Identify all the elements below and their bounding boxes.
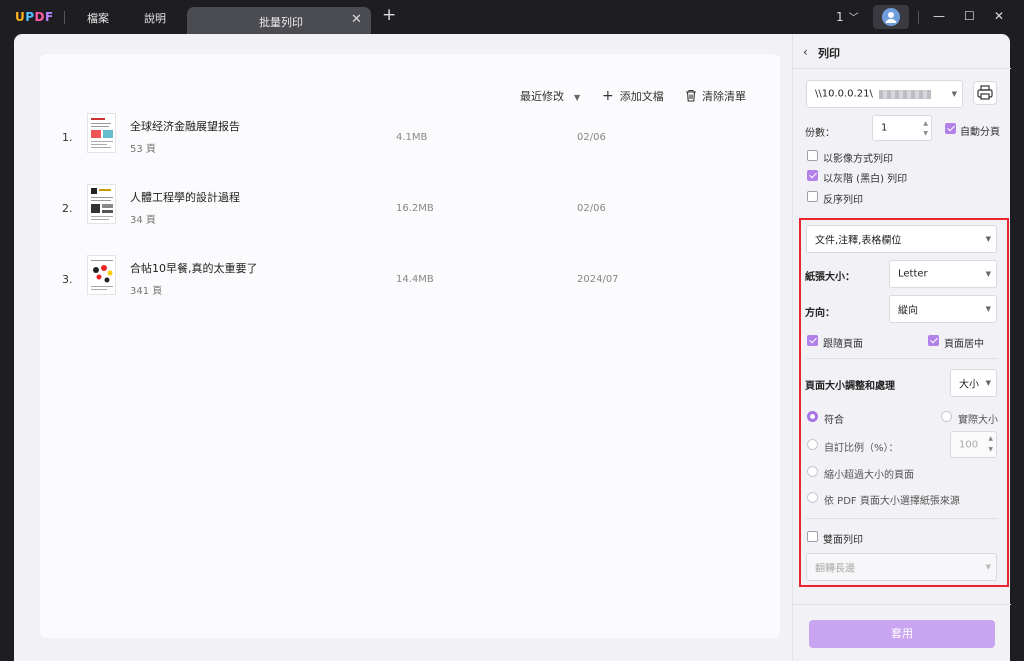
file-size: 16.2MB bbox=[396, 203, 434, 214]
page-count: 341 頁 bbox=[130, 286, 163, 297]
document-thumbnail bbox=[87, 113, 116, 153]
reverse-order-label: 反序列印 bbox=[823, 195, 863, 206]
trash-icon bbox=[685, 89, 697, 105]
document-title: 合帖10早餐,真的太重要了 bbox=[130, 262, 258, 275]
divider bbox=[64, 11, 65, 24]
sort-label: 最近修改 bbox=[520, 90, 564, 103]
file-size: 14.4MB bbox=[396, 274, 434, 285]
auto-collate-label: 自動分頁 bbox=[960, 127, 1000, 138]
document-title: 人體工程學的設計過程 bbox=[130, 191, 240, 204]
tab-label: 批量列印 bbox=[259, 16, 303, 29]
updf-logo: UPDF bbox=[15, 10, 54, 24]
copies-label: 份數： bbox=[805, 128, 835, 139]
main-area: 最近修改 ▼ + 添加文檔 清除清單 1. 全球经济金融展望报告 53 頁 4.1M… bbox=[14, 34, 792, 661]
plus-icon: + bbox=[602, 88, 614, 104]
minimize-button[interactable]: — bbox=[933, 9, 945, 23]
document-row[interactable]: 3. 合帖10早餐,真的太重要了 341 頁 14.4MB 2024/07 bbox=[40, 253, 780, 313]
page-count: 53 頁 bbox=[130, 144, 156, 155]
back-chevron-icon[interactable]: ‹ bbox=[803, 45, 808, 59]
row-number: 3. bbox=[62, 273, 73, 286]
new-tab-icon[interactable]: + bbox=[382, 7, 396, 24]
document-thumbnail bbox=[87, 184, 116, 224]
chevron-down-icon: ﹀ bbox=[848, 13, 859, 24]
apply-button[interactable]: 套用 bbox=[809, 620, 995, 648]
divider bbox=[793, 604, 1011, 605]
copies-value: 1 bbox=[881, 122, 888, 134]
panel-title: 列印 bbox=[818, 47, 840, 60]
document-thumbnail bbox=[87, 255, 116, 295]
sort-dropdown[interactable]: 最近修改 ▼ bbox=[520, 88, 580, 104]
window-count-label: 1 bbox=[836, 10, 844, 24]
grayscale-label: 以灰階 (黑白) 列印 bbox=[823, 174, 908, 185]
print-as-image-checkbox[interactable] bbox=[807, 150, 818, 161]
print-as-image-label: 以影像方式列印 bbox=[823, 154, 893, 165]
caret-down-icon: ▼ bbox=[574, 93, 581, 102]
file-date: 02/06 bbox=[577, 203, 606, 214]
document-list-panel: 最近修改 ▼ + 添加文檔 清除清單 1. 全球经济金融展望报告 53 頁 4.1M… bbox=[40, 54, 780, 638]
title-bar: UPDF 檔案 說明 批量列印 ✕ + 1 ﹀ — ☐ ✕ bbox=[0, 0, 1024, 34]
document-title: 全球经济金融展望报告 bbox=[130, 120, 240, 133]
auto-collate-checkbox[interactable] bbox=[945, 123, 956, 134]
add-document-button[interactable]: + 添加文檔 bbox=[602, 88, 664, 104]
divider bbox=[793, 68, 1011, 69]
page-count: 34 頁 bbox=[130, 215, 156, 226]
window-count[interactable]: 1 ﹀ bbox=[836, 9, 859, 24]
tab-batch-print[interactable]: 批量列印 ✕ bbox=[187, 7, 371, 34]
highlight-box bbox=[799, 218, 1009, 587]
file-date: 02/06 bbox=[577, 132, 606, 143]
row-number: 1. bbox=[62, 131, 73, 144]
clear-list-button[interactable]: 清除清單 bbox=[685, 88, 746, 105]
account-button[interactable] bbox=[873, 5, 909, 29]
row-number: 2. bbox=[62, 202, 73, 215]
close-window-button[interactable]: ✕ bbox=[994, 9, 1004, 23]
divider bbox=[918, 11, 919, 24]
printer-name: \\10.0.0.21\ bbox=[815, 88, 873, 100]
menu-file[interactable]: 檔案 bbox=[87, 10, 109, 26]
spin-down-icon[interactable]: ▼ bbox=[923, 130, 928, 137]
document-row[interactable]: 1. 全球经济金融展望报告 53 頁 4.1MB 02/06 bbox=[40, 111, 780, 171]
maximize-button[interactable]: ☐ bbox=[964, 9, 975, 23]
caret-down-icon: ▼ bbox=[951, 90, 957, 98]
avatar bbox=[882, 8, 900, 26]
copies-stepper[interactable]: 1 ▲ ▼ bbox=[872, 115, 932, 141]
reverse-order-checkbox[interactable] bbox=[807, 191, 818, 202]
menu-help[interactable]: 說明 bbox=[144, 10, 166, 26]
add-document-label: 添加文檔 bbox=[619, 90, 664, 103]
printer-properties-button[interactable] bbox=[973, 81, 997, 105]
tab-close-icon[interactable]: ✕ bbox=[351, 12, 362, 27]
document-row[interactable]: 2. 人體工程學的設計過程 34 頁 16.2MB 02/06 bbox=[40, 182, 780, 242]
file-date: 2024/07 bbox=[577, 274, 619, 285]
grayscale-checkbox[interactable] bbox=[807, 170, 818, 181]
printer-icon bbox=[977, 85, 993, 100]
printer-name-masked bbox=[879, 90, 931, 99]
printer-select[interactable]: \\10.0.0.21\ ▼ bbox=[806, 80, 963, 108]
clear-list-label: 清除清單 bbox=[702, 90, 746, 103]
file-size: 4.1MB bbox=[396, 132, 428, 143]
spin-up-icon[interactable]: ▲ bbox=[923, 120, 928, 127]
